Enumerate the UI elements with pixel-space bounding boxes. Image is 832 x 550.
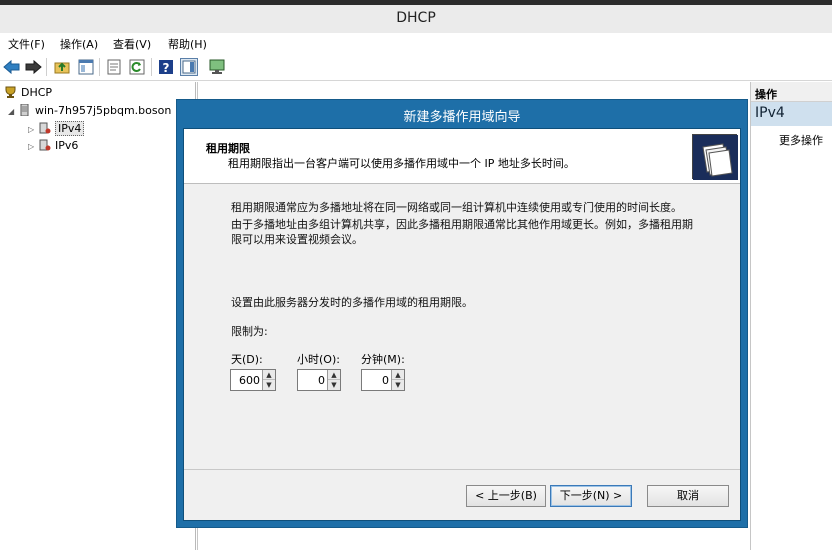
wizard-paragraph-1: 租用期限通常应为多播地址将在同一网络或同一组计算机中连续使用或专门使用的时间长度… — [231, 201, 682, 214]
help-button[interactable]: ? — [156, 57, 176, 77]
wizard-paragraph-2-line-2: 限可以用来设置视频会议。 — [231, 233, 363, 246]
refresh-button[interactable] — [127, 57, 147, 77]
actions-pane: 操作 IPv4 更多操作 — [750, 82, 832, 550]
network-node-icon — [39, 122, 51, 134]
tree-node-ipv4[interactable]: ▷ IPv4 — [28, 121, 85, 137]
tree-label-server: win-7h957j5pbqm.boson — [35, 104, 172, 117]
wizard-title: 新建多播作用域向导 — [403, 110, 521, 125]
limit-label: 限制为: — [231, 325, 268, 338]
toolbar: ? — [0, 53, 832, 81]
monitor-button[interactable] — [207, 57, 227, 77]
spin-down-icon[interactable]: ▼ — [392, 380, 404, 390]
forward-button[interactable] — [23, 57, 43, 77]
days-value: 600 — [239, 374, 260, 387]
menu-action[interactable]: 操作(A) — [60, 36, 98, 52]
window-title: DHCP — [396, 10, 436, 26]
network-node-icon — [39, 139, 51, 151]
monitor-icon — [209, 59, 225, 74]
hours-spinner[interactable]: 0 ▲ ▼ — [297, 369, 341, 391]
title-bar: DHCP — [0, 5, 832, 33]
console-tree: DHCP ◢ win-7h957j5pbqm.boson ▷ IPv4 ▷ IPv6 — [0, 82, 196, 550]
minutes-label: 分钟(M): — [361, 353, 405, 366]
tree-label-dhcp: DHCP — [21, 86, 53, 99]
up-one-level-button[interactable] — [52, 57, 72, 77]
console-tree-icon — [78, 59, 94, 75]
wizard-title-bar[interactable]: 新建多播作用域向导 — [177, 100, 747, 128]
help-icon: ? — [159, 60, 173, 75]
menu-file[interactable]: 文件(F) — [8, 36, 45, 52]
dhcp-window: DHCP 文件(F) 操作(A) 查看(V) 帮助(H) ? DHCP ◢ wi… — [0, 0, 832, 550]
properties-button[interactable] — [104, 57, 124, 77]
actions-header: 操作 — [751, 82, 832, 102]
minutes-value: 0 — [382, 374, 389, 387]
wizard-paragraph-2-line-1: 由于多播地址由多组计算机共享，因此多播租用期限通常比其他作用域更长。例如，多播租… — [231, 218, 693, 231]
tree-node-server[interactable]: ◢ win-7h957j5pbqm.boson — [8, 104, 171, 119]
forward-arrow-icon — [25, 59, 42, 75]
cancel-button[interactable]: 取消 — [647, 485, 729, 507]
action-pane-icon — [180, 58, 198, 76]
svg-text:?: ? — [163, 61, 170, 75]
menu-view[interactable]: 查看(V) — [113, 36, 151, 52]
back-button[interactable]: < 上一步(B) — [466, 485, 546, 507]
toolbar-separator — [99, 58, 100, 76]
spin-down-icon[interactable]: ▼ — [328, 380, 340, 390]
minutes-spinner-buttons: ▲ ▼ — [391, 370, 404, 390]
show-tree-button[interactable] — [76, 57, 96, 77]
wizard-header: 租用期限 租用期限指出一台客户端可以使用多播作用域中一个 IP 地址多长时间。 — [184, 129, 740, 184]
spin-down-icon[interactable]: ▼ — [263, 380, 275, 390]
wizard-page-title: 租用期限 — [206, 142, 250, 155]
wizard-instruction: 设置由此服务器分发时的多播作用域的租用期限。 — [231, 296, 473, 309]
folder-up-icon — [54, 62, 70, 74]
days-label: 天(D): — [231, 353, 263, 366]
spin-up-icon[interactable]: ▲ — [328, 370, 340, 380]
show-action-pane-button[interactable] — [179, 57, 199, 77]
more-actions-link[interactable]: 更多操作 — [751, 126, 832, 148]
days-spinner[interactable]: 600 ▲ ▼ — [230, 369, 276, 391]
minutes-spinner[interactable]: 0 ▲ ▼ — [361, 369, 405, 391]
tree-label-ipv4: IPv4 — [55, 121, 85, 136]
wizard-client-area: 租用期限 租用期限指出一台客户端可以使用多播作用域中一个 IP 地址多长时间。 … — [183, 128, 741, 521]
new-multicast-scope-wizard: 新建多播作用域向导 租用期限 租用期限指出一台客户端可以使用多播作用域中一个 I… — [176, 99, 748, 528]
menu-help[interactable]: 帮助(H) — [168, 36, 207, 52]
toolbar-separator — [151, 58, 152, 76]
next-button[interactable]: 下一步(N) > — [550, 485, 632, 507]
hours-spinner-buttons: ▲ ▼ — [327, 370, 340, 390]
spin-up-icon[interactable]: ▲ — [263, 370, 275, 380]
back-arrow-icon — [3, 59, 20, 75]
spin-up-icon[interactable]: ▲ — [392, 370, 404, 380]
collapse-icon[interactable]: ◢ — [8, 105, 18, 119]
toolbar-separator — [46, 58, 47, 76]
wizard-page-subtitle: 租用期限指出一台客户端可以使用多播作用域中一个 IP 地址多长时间。 — [228, 157, 575, 170]
tree-node-ipv6[interactable]: ▷ IPv6 — [28, 139, 78, 154]
days-spinner-buttons: ▲ ▼ — [262, 370, 275, 390]
menu-bar: 文件(F) 操作(A) 查看(V) 帮助(H) — [0, 33, 832, 53]
tree-label-ipv6: IPv6 — [55, 139, 79, 152]
wizard-folders-icon — [692, 134, 738, 180]
refresh-icon — [129, 59, 145, 75]
hours-label: 小时(O): — [297, 353, 340, 366]
trophy-icon — [5, 86, 16, 98]
back-button[interactable] — [2, 57, 22, 77]
hours-value: 0 — [318, 374, 325, 387]
expand-icon[interactable]: ▷ — [28, 123, 38, 137]
actions-section-ipv4[interactable]: IPv4 — [751, 102, 832, 126]
server-icon — [20, 104, 29, 116]
properties-icon — [107, 59, 121, 75]
tree-node-dhcp[interactable]: DHCP — [4, 86, 52, 100]
wizard-separator — [184, 469, 740, 470]
expand-icon[interactable]: ▷ — [28, 140, 38, 154]
